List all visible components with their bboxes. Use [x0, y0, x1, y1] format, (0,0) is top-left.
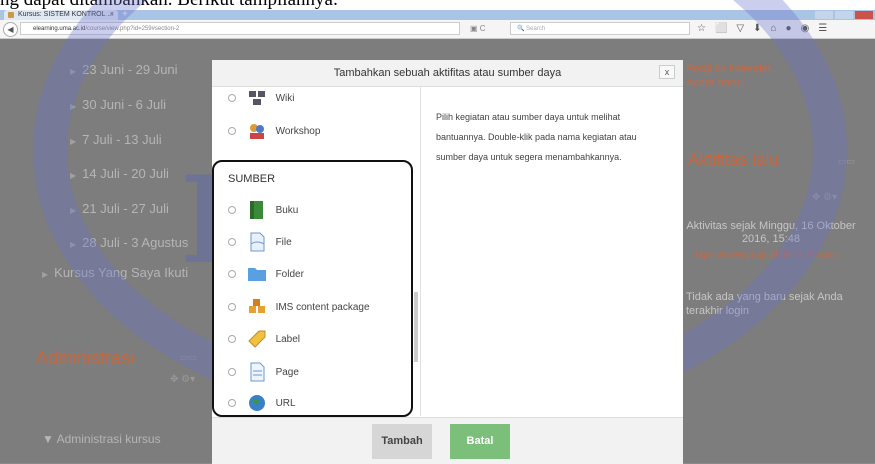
minimize-button[interactable] — [815, 11, 833, 19]
tab-title: Kursus: SISTEM KONTROL ... — [18, 11, 114, 18]
calendar-links: Pergi ke kalender... Acara baru... — [686, 62, 780, 90]
url-host: elearning.uma.ac.id — [33, 26, 86, 32]
browser-navbar: ◀ elearning.uma.ac.id/course/view.php?id… — [0, 20, 875, 39]
radio-button[interactable] — [228, 127, 236, 136]
admin-block-title: Administrasi — [36, 348, 135, 368]
maximize-button[interactable] — [835, 11, 853, 19]
list-scrollbar[interactable] — [414, 292, 418, 362]
new-tab-button[interactable]: + — [122, 9, 128, 20]
activity-since-text: Aktivitas sejak Minggu, 16 Oktober 2016,… — [686, 220, 856, 245]
course-admin-item[interactable]: ▼ Administrasi kursus — [42, 432, 161, 446]
browser-tab-bar: Kursus: SISTEM KONTROL ... × + — [0, 9, 875, 20]
activity-option-workshop[interactable]: Workshop — [228, 121, 320, 143]
week-item[interactable]: ▶ 7 Juli - 13 Juli — [70, 132, 162, 147]
week-item[interactable]: ▶ 21 Juli - 27 Juli — [70, 201, 169, 216]
move-icon[interactable]: ✥ ⚙▾ — [812, 192, 837, 203]
dialog-header: Tambahkan sebuah aktifitas atau sumber d… — [212, 60, 683, 87]
search-input[interactable]: 🔍 Search — [510, 22, 690, 35]
my-courses-item[interactable]: ▶ Kursus Yang Saya Ikuti — [42, 265, 188, 280]
back-button[interactable]: ◀ — [3, 22, 18, 37]
close-tab-icon[interactable]: × — [110, 10, 114, 20]
wiki-icon — [248, 91, 265, 106]
week-item[interactable]: ▶ 30 Juni - 6 Juli — [70, 97, 166, 112]
resources-highlight-box — [212, 160, 413, 417]
activity-option-wiki[interactable]: Wiki — [228, 88, 294, 110]
add-activity-dialog: Tambahkan sebuah aktifitas atau sumber d… — [212, 60, 683, 464]
go-to-calendar-link[interactable]: Pergi ke kalender... — [686, 62, 780, 76]
week-item[interactable]: ▶ 14 Juli - 20 Juli — [70, 166, 169, 181]
cancel-button[interactable]: Batal — [450, 424, 510, 459]
search-placeholder: Search — [526, 26, 546, 32]
collapse-icon[interactable]: ▭▭ — [838, 156, 855, 167]
new-event-link[interactable]: Acara baru... — [686, 76, 780, 90]
nothing-new-text: Tidak ada yang baru sejak Anda terakhir … — [686, 291, 843, 317]
full-report-link[interactable]: laporan lengkap aktifitas terbaru... — [686, 249, 856, 262]
moodle-favicon-icon — [8, 12, 14, 18]
window-controls — [815, 10, 875, 20]
collapse-icon[interactable]: ▭▭ — [180, 352, 197, 363]
close-button[interactable]: x — [659, 65, 675, 79]
option-label: Wiki — [275, 93, 295, 104]
url-path: /course/view.php?id=259#section-2 — [85, 26, 180, 32]
url-bar[interactable]: elearning.uma.ac.id/course/view.php?id=2… — [20, 22, 460, 35]
week-item[interactable]: ▶ 23 Juni - 29 Juni — [70, 62, 178, 77]
document-text-strip: ng dapat ditambahkan. Berikut tampilanny… — [0, 0, 875, 10]
dialog-title: Tambahkan sebuah aktifitas atau sumber d… — [333, 67, 562, 79]
option-label: Workshop — [275, 126, 321, 137]
recent-activity-title: Aktifitas lalu — [688, 150, 779, 169]
dialog-footer: Tambah Batal — [212, 417, 683, 464]
help-text: Pilih kegiatan atau sumber daya untuk me… — [436, 112, 637, 162]
move-icon[interactable]: ✥ ⚙▾ — [170, 374, 195, 385]
close-window-button[interactable] — [855, 11, 873, 19]
toolbar-icons[interactable]: ☆⬜▽⬇⌂●◉☰ — [697, 23, 836, 34]
reload-icon[interactable]: ▣ C — [470, 24, 486, 33]
document-text: ng dapat ditambahkan. Berikut tampilanny… — [0, 0, 338, 10]
radio-button[interactable] — [228, 94, 236, 103]
browser-tab[interactable]: Kursus: SISTEM KONTROL ... × — [4, 10, 118, 20]
add-button[interactable]: Tambah — [372, 424, 432, 459]
workshop-icon — [249, 124, 264, 140]
week-item[interactable]: ▶ 28 Juli - 3 Agustus — [70, 235, 188, 250]
